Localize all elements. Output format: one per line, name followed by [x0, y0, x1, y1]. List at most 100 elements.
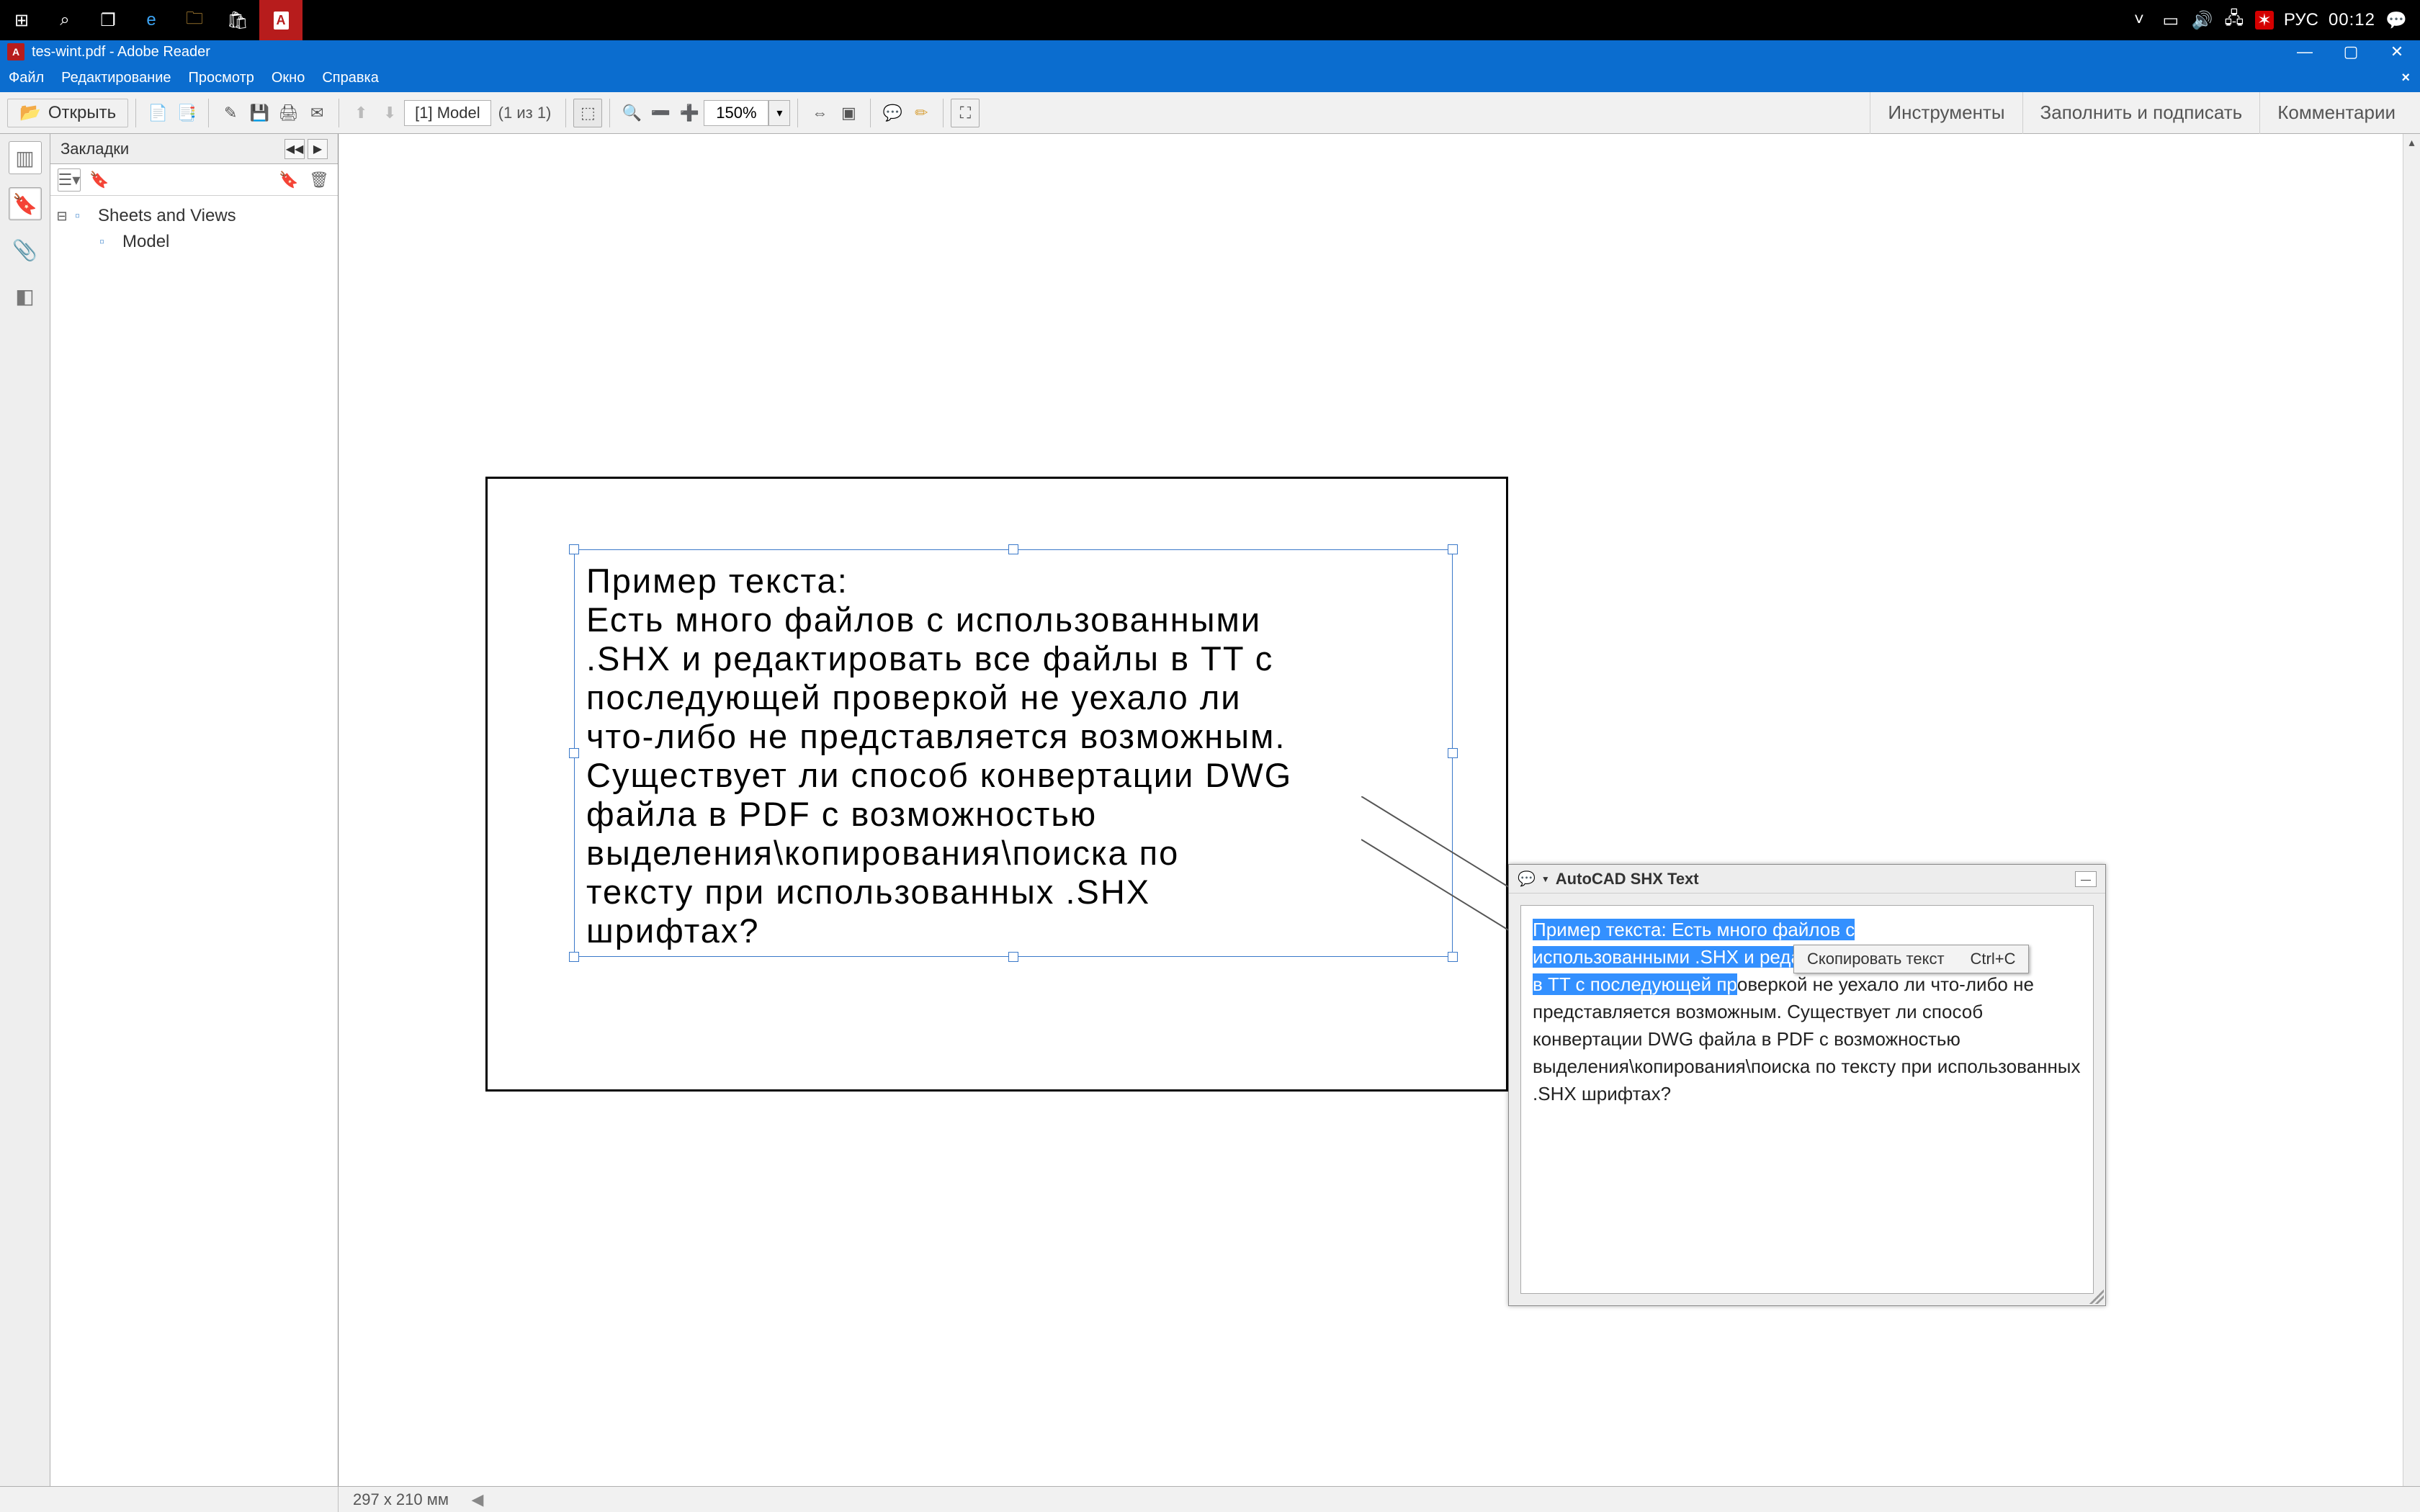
menu-file[interactable]: Файл [0, 63, 53, 92]
prev-view-button[interactable]: ◀ [463, 1487, 492, 1512]
comment-popup[interactable]: 💬 ▼ AutoCAD SHX Text — Пример текста: Ес… [1508, 864, 2106, 1306]
select-tool-button[interactable]: ⬚ [573, 99, 602, 127]
minimize-button[interactable]: — [2282, 40, 2328, 63]
bookmarks-rail-button[interactable]: 🔖 [9, 187, 42, 220]
create-pdf-button[interactable]: 📄 [143, 99, 172, 127]
avira-tray-icon[interactable]: ✶ [2255, 11, 2274, 30]
input-language[interactable]: РУС [2284, 10, 2318, 30]
collapse-panel-button[interactable]: ◀◀ [284, 139, 305, 159]
layers-rail-button[interactable]: ◧ [9, 279, 42, 312]
fit-page-button[interactable]: ▣ [834, 99, 863, 127]
save-button[interactable]: 💾 [245, 99, 274, 127]
zoom-out-button[interactable]: ➖ [646, 99, 675, 127]
current-bookmark-button[interactable]: 🔖 [88, 168, 111, 192]
menu-edit[interactable]: Редактирование [53, 63, 179, 92]
fill-sign-panel-button[interactable]: Заполнить и подписать [2022, 92, 2260, 134]
maximize-button[interactable]: ▢ [2328, 40, 2374, 63]
menu-bar: Файл Редактирование Просмотр Окно Справк… [0, 63, 2420, 92]
zoom-in-button[interactable]: ➕ [675, 99, 704, 127]
tray-chevron-icon[interactable]: ˅ [2128, 9, 2150, 31]
page-icon: ▫ [99, 234, 117, 251]
bookmark-node-sheets[interactable]: ⊟ ▫ Sheets and Views [55, 203, 333, 229]
bookmarks-tree: ⊟ ▫ Sheets and Views ▫ Model [50, 196, 338, 1486]
menu-window[interactable]: Окно [263, 63, 313, 92]
pdf-page: Пример текста: Есть много файлов с испол… [485, 477, 1508, 1092]
email-button[interactable]: ✉ [302, 99, 331, 127]
page-number-field[interactable]: [1] Model [404, 100, 491, 126]
adobe-reader-icon: A [7, 43, 24, 60]
export-file-button[interactable]: 📑 [172, 99, 201, 127]
start-button[interactable]: ⊞ [0, 0, 43, 40]
popup-minimize-button[interactable]: — [2075, 871, 2097, 887]
tree-expander-icon[interactable]: ⊟ [55, 209, 69, 224]
taskbar-search-icon[interactable]: ⌕ [43, 0, 86, 40]
document-viewport[interactable]: Пример текста: Есть много файлов с испол… [339, 134, 2403, 1486]
expand-panel-button[interactable]: ▶ [308, 139, 328, 159]
toolbar: 📂 Открыть 📄 📑 ✎ 💾 🖨 ✉ ⬆ ⬇ [1] Model (1 и… [0, 92, 2420, 134]
comment-popup-title: AutoCAD SHX Text [1556, 870, 1699, 888]
resize-handle[interactable] [1448, 544, 1458, 554]
context-menu-shortcut: Ctrl+C [1958, 950, 2029, 968]
bookmark-label: Model [122, 232, 169, 252]
file-explorer-icon[interactable]: 🗀 [173, 0, 216, 40]
scroll-up-arrow[interactable]: ▴ [2403, 134, 2420, 151]
resize-handle[interactable] [1008, 544, 1018, 554]
read-mode-button[interactable]: ⛶ [951, 99, 980, 127]
bookmarks-header: Закладки ◀◀ ▶ [50, 134, 338, 164]
sticky-note-button[interactable]: 💬 [878, 99, 907, 127]
marquee-zoom-button[interactable]: 🔍 [617, 99, 646, 127]
comment-popup-header[interactable]: 💬 ▼ AutoCAD SHX Text — [1509, 865, 2105, 894]
network-icon[interactable]: 🖧 [2223, 9, 2245, 31]
context-menu-copy[interactable]: Скопировать текст [1794, 950, 1958, 968]
delete-bookmark-button[interactable]: 🗑 [308, 168, 331, 192]
vertical-scrollbar[interactable]: ▴ [2403, 134, 2420, 1486]
chevron-down-icon[interactable]: ▼ [1541, 874, 1550, 884]
attachments-rail-button[interactable]: 📎 [9, 233, 42, 266]
close-button[interactable]: ✕ [2374, 40, 2420, 63]
taskbar-clock[interactable]: 00:12 [2329, 10, 2375, 30]
action-center-icon[interactable]: 💬 [2385, 9, 2407, 31]
bookmarks-options-button[interactable]: ☰▾ [58, 168, 81, 192]
resize-handle[interactable] [1448, 748, 1458, 758]
resize-handle[interactable] [569, 748, 579, 758]
context-menu[interactable]: Скопировать текст Ctrl+C [1793, 945, 2029, 973]
new-bookmark-button[interactable]: 🔖 [277, 168, 300, 192]
adobe-reader-taskbar-icon[interactable]: A [259, 0, 302, 40]
comment-icon: 💬 [1518, 870, 1536, 888]
comments-panel-button[interactable]: Комментарии [2259, 92, 2413, 134]
window-title: tes-wint.pdf - Adobe Reader [32, 44, 210, 60]
fit-width-button[interactable]: ⇔ [805, 99, 834, 127]
menu-doc-close-button[interactable]: × [2391, 70, 2420, 86]
tools-panel-button[interactable]: Инструменты [1870, 92, 2022, 134]
resize-handle[interactable] [569, 952, 579, 962]
page-size-status: 297 x 210 мм [339, 1487, 463, 1512]
comment-popup-body[interactable]: Пример текста: Есть много файлов с испол… [1520, 905, 2094, 1294]
menu-help[interactable]: Справка [313, 63, 387, 92]
volume-icon[interactable]: 🔊 [2192, 9, 2213, 31]
menu-view[interactable]: Просмотр [180, 63, 263, 92]
zoom-value-field[interactable]: 150% [704, 100, 768, 126]
resize-handle[interactable] [1008, 952, 1018, 962]
bookmark-node-model[interactable]: ▫ Model [79, 229, 333, 255]
task-view-icon[interactable]: ❐ [86, 0, 130, 40]
prev-page-button[interactable]: ⬆ [346, 99, 375, 127]
resize-handle[interactable] [569, 544, 579, 554]
thumbnails-rail-button[interactable]: ▥ [9, 141, 42, 174]
zoom-dropdown-button[interactable]: ▾ [768, 100, 790, 126]
navigation-rail: ▥ 🔖 📎 ◧ [0, 134, 50, 1486]
bookmarks-title: Закладки [60, 140, 129, 158]
print-button[interactable]: 🖨 [274, 99, 302, 127]
bookmarks-toolbar: ☰▾ 🔖 🔖 🗑 [50, 164, 338, 196]
resize-handle[interactable] [1448, 952, 1458, 962]
next-page-button[interactable]: ⬇ [375, 99, 404, 127]
battery-icon[interactable]: ▭ [2160, 9, 2182, 31]
highlight-button[interactable]: ✏ [907, 99, 936, 127]
selected-text-annotation[interactable]: Пример текста: Есть много файлов с испол… [574, 549, 1453, 957]
windows-taskbar: ⊞ ⌕ ❐ e 🗀 🛍 A ˅ ▭ 🔊 🖧 ✶ РУС 00:12 💬 [0, 0, 2420, 40]
store-icon[interactable]: 🛍 [216, 0, 259, 40]
popup-resize-grip[interactable] [2089, 1290, 2104, 1304]
edit-pdf-button[interactable]: ✎ [216, 99, 245, 127]
folder-open-icon: 📂 [19, 102, 41, 123]
open-button[interactable]: 📂 Открыть [7, 99, 128, 127]
edge-icon[interactable]: e [130, 0, 173, 40]
